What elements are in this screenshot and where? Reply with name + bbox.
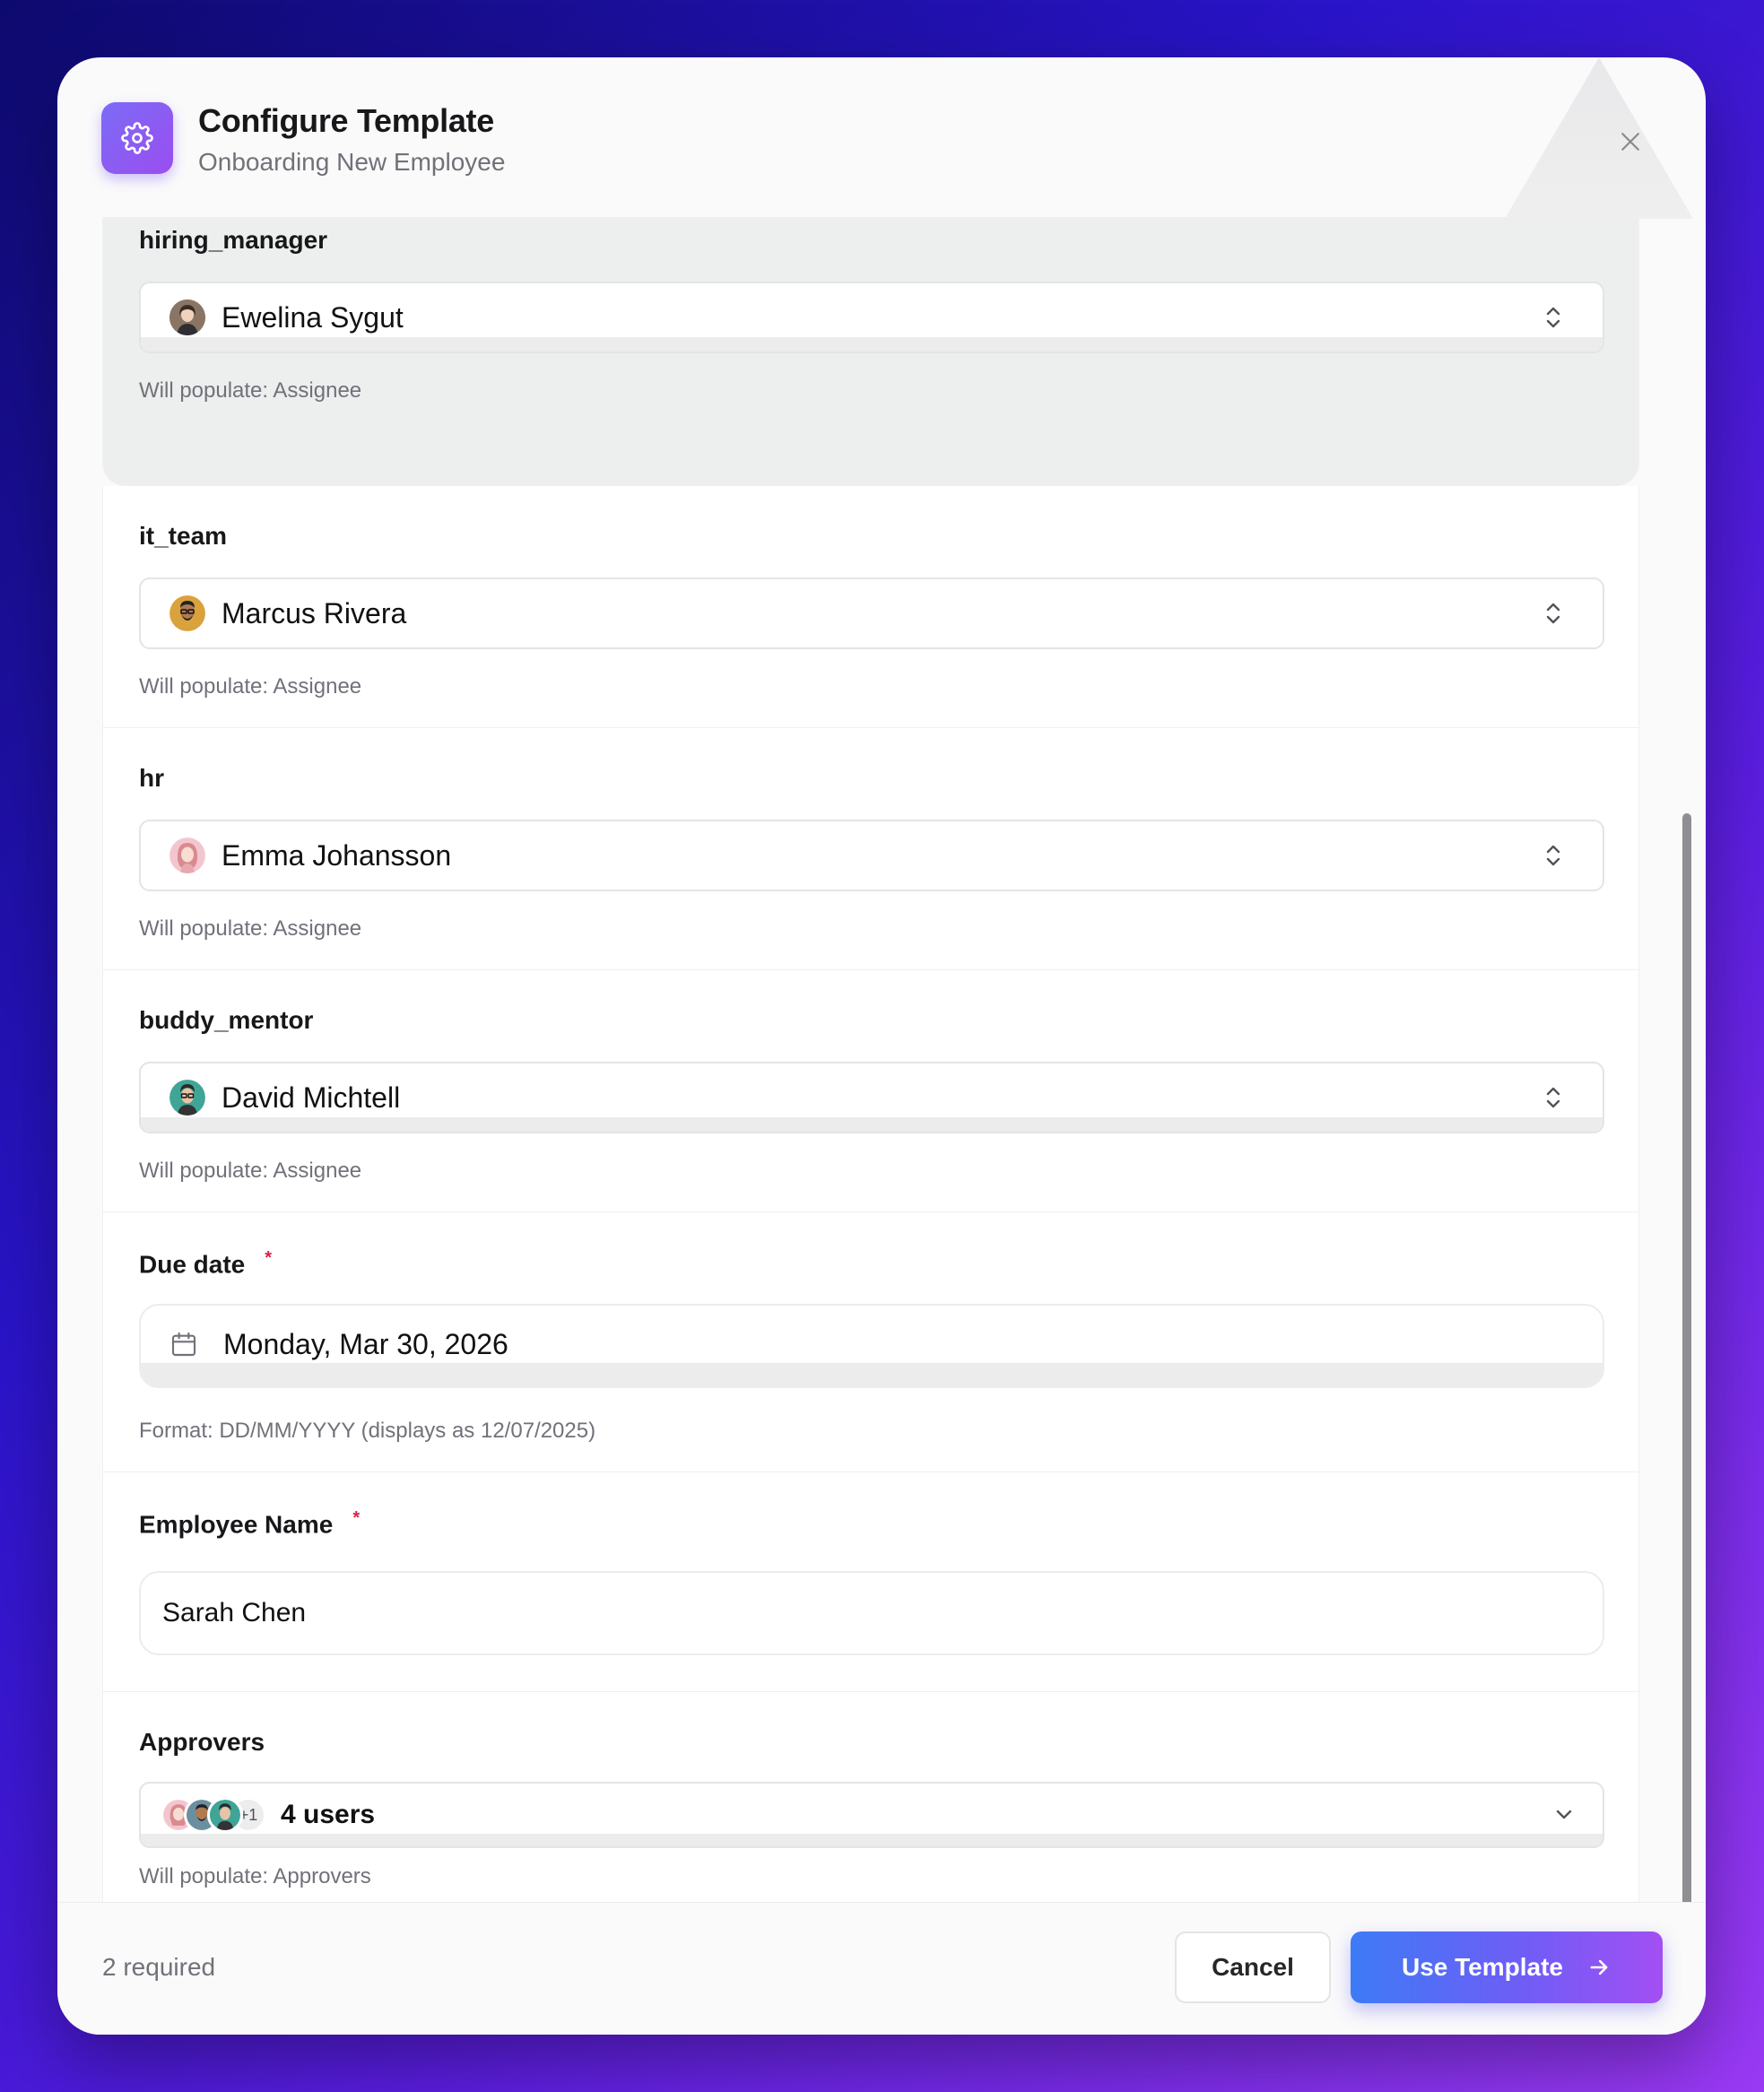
dialog-footer: 2 required Cancel Use Template	[57, 1902, 1706, 2035]
helper-text: Will populate: Assignee	[139, 674, 362, 699]
field-label: hiring_manager	[139, 226, 328, 254]
field-label: hr	[139, 764, 164, 792]
field-it-team: it_team Marcus Rivera Will populate: Ass…	[102, 486, 1639, 728]
close-icon	[1621, 133, 1639, 151]
chevron-updown-icon	[1546, 307, 1560, 328]
employee-name-input[interactable]: Sarah Chen	[139, 1571, 1604, 1655]
required-count: 2 required	[102, 1953, 216, 1981]
field-label: Due date *	[139, 1248, 272, 1279]
date-value: Monday, Mar 30, 2026	[223, 1327, 508, 1360]
chevron-updown-icon	[1546, 845, 1560, 866]
chevron-updown-icon	[1546, 603, 1560, 624]
avatar	[169, 595, 205, 631]
dialog-subtitle: Onboarding New Employee	[198, 148, 506, 176]
select-value: David Michtell	[222, 1081, 401, 1114]
select-value: Ewelina Sygut	[222, 300, 404, 334]
label-text: Employee Name	[139, 1510, 334, 1539]
required-indicator: *	[352, 1508, 361, 1528]
field-approvers: Approvers +1 4 users Will populate: Appr…	[102, 1692, 1639, 1930]
scrollbar[interactable]	[1681, 217, 1693, 1952]
helper-text: Will populate: Assignee	[139, 378, 362, 403]
gear-icon	[101, 102, 173, 174]
calendar-icon	[171, 1332, 196, 1357]
field-due-date: Due date * Monday, Mar 30, 2026 Format: D…	[102, 1212, 1639, 1472]
avatar	[169, 838, 205, 873]
helper-text: Will populate: Assignee	[139, 916, 362, 941]
field-hr: hr Emma Johansson Will populate: Assigne…	[102, 728, 1639, 970]
use-template-button[interactable]: Use Template	[1351, 1931, 1663, 2003]
buddy-mentor-select[interactable]: David Michtell	[139, 1062, 1604, 1133]
select-value: Emma Johansson	[222, 838, 452, 872]
select-value: 4 users	[281, 1800, 376, 1829]
avatar	[169, 299, 205, 335]
configure-template-dialog: Configure Template Onboarding New Employ…	[57, 57, 1706, 2035]
chevron-down-icon	[1556, 1810, 1572, 1819]
chevron-updown-icon	[1546, 1087, 1560, 1108]
field-label: Employee Name *	[139, 1508, 360, 1539]
scrollbar-thumb[interactable]	[1682, 813, 1691, 1952]
form-scroll-area[interactable]: hiring_manager Ewelina Sygut Will popula…	[57, 217, 1706, 1930]
hr-select[interactable]: Emma Johansson	[139, 820, 1604, 891]
required-indicator: *	[265, 1248, 273, 1268]
arrow-right-icon	[1590, 1959, 1608, 1975]
field-employee-name: Employee Name * Sarah Chen	[102, 1472, 1639, 1692]
helper-text: Will populate: Assignee	[139, 1159, 362, 1183]
avatar	[207, 1797, 243, 1833]
field-buddy-mentor: buddy_mentor David Michtell Will populat…	[102, 970, 1639, 1212]
cancel-button[interactable]: Cancel	[1175, 1931, 1331, 2003]
helper-text: Format: DD/MM/YYYY (displays as 12/07/20…	[139, 1419, 596, 1443]
dialog-header: Configure Template Onboarding New Employ…	[57, 57, 1706, 217]
it-team-select[interactable]: Marcus Rivera	[139, 577, 1604, 649]
select-value: Marcus Rivera	[222, 596, 407, 629]
field-label: it_team	[139, 522, 228, 550]
hiring-manager-select[interactable]: Ewelina Sygut	[139, 282, 1604, 353]
due-date-picker[interactable]: Monday, Mar 30, 2026	[139, 1304, 1604, 1388]
field-label: buddy_mentor	[139, 1006, 314, 1034]
button-label: Use Template	[1402, 1953, 1563, 1981]
helper-text: Will populate: Approvers	[139, 1864, 371, 1888]
avatar	[169, 1080, 205, 1115]
close-button[interactable]	[1614, 126, 1647, 158]
field-hiring-manager: hiring_manager Ewelina Sygut Will popula…	[102, 217, 1639, 486]
approver-avatars: +1	[161, 1797, 266, 1833]
approvers-select[interactable]: +1 4 users	[139, 1782, 1604, 1848]
field-label: Approvers	[139, 1728, 265, 1756]
label-text: Due date	[139, 1250, 246, 1279]
dialog-title: Configure Template	[198, 102, 494, 139]
